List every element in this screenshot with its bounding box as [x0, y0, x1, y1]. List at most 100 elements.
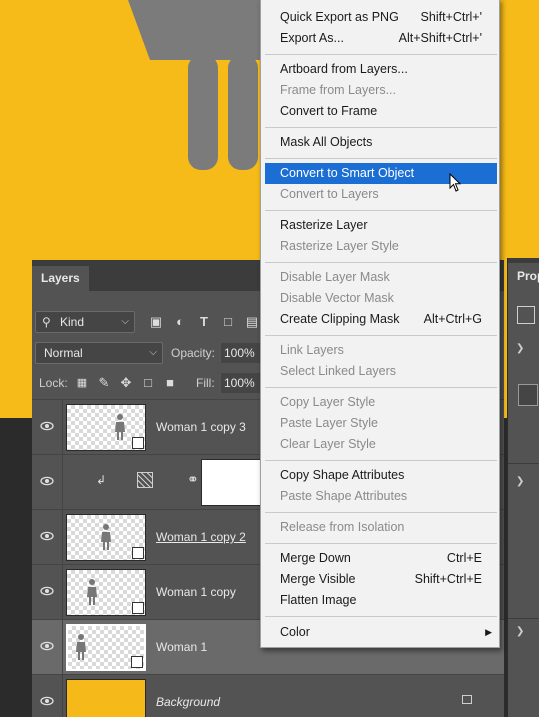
smart-object-badge-icon	[132, 602, 144, 614]
menu-item-label: Convert to Layers	[280, 187, 379, 201]
chevron-down-icon[interactable]: ❯	[516, 343, 524, 354]
eye-icon[interactable]	[40, 584, 54, 598]
lock-transparent-pixels-icon[interactable]: ▦	[75, 376, 89, 390]
menu-item-copy-layer-style: Copy Layer Style	[265, 392, 497, 413]
transform-icon[interactable]	[517, 306, 535, 324]
menu-item-paste-layer-style: Paste Layer Style	[265, 413, 497, 434]
menu-item-color[interactable]: Color ▶	[265, 622, 497, 643]
menu-item-disable-vector-mask: Disable Vector Mask	[265, 288, 497, 309]
filter-kind-dropdown[interactable]: ⚲ Kind ⌵	[35, 311, 135, 333]
layer-thumbnail	[66, 569, 146, 616]
chevron-down-icon: ⌵	[121, 316, 129, 327]
menu-item-label: Select Linked Layers	[280, 364, 397, 378]
menu-item-convert-to-smart-object[interactable]: Convert to Smart Object	[265, 163, 497, 192]
lock-position-icon[interactable]: ✥	[119, 376, 133, 390]
opacity-input[interactable]: 100%	[221, 343, 261, 363]
divider	[62, 565, 63, 620]
menu-item-label: Copy Shape Attributes	[280, 468, 405, 482]
menu-item-flatten-image[interactable]: Flatten Image	[265, 590, 497, 611]
layer-thumbnail	[66, 514, 146, 561]
blend-mode-dropdown[interactable]: Normal ⌵	[35, 342, 163, 364]
menu-item-export-as[interactable]: Export As... Alt+Shift+Ctrl+'	[265, 28, 497, 49]
menu-item-shortcut: Shift+Ctrl+E	[414, 572, 482, 586]
blend-mode-value: Normal	[44, 346, 83, 360]
link-icon[interactable]: ⚭	[187, 471, 199, 488]
menu-item-label: Color	[280, 625, 310, 639]
layer-thumbnail	[66, 679, 146, 717]
menu-item-mask-all-objects[interactable]: Mask All Objects	[265, 132, 497, 153]
shape-filter-icon[interactable]: □	[221, 315, 235, 329]
chevron-down-icon[interactable]: ❯	[516, 626, 524, 637]
layer-name: Woman 1 copy 2	[156, 530, 246, 544]
menu-item-select-linked-layers: Select Linked Layers	[265, 361, 497, 382]
clipping-arrow-icon: ↲	[96, 473, 107, 487]
menu-separator	[265, 54, 497, 55]
eye-icon[interactable]	[40, 419, 54, 433]
smart-object-badge-icon	[131, 656, 143, 668]
menu-item-copy-shape-attributes[interactable]: Copy Shape Attributes	[265, 465, 497, 486]
lock-label: Lock:	[39, 376, 68, 390]
menu-separator	[265, 460, 497, 461]
properties-divider	[508, 463, 539, 464]
image-filter-icon[interactable]: ▣	[149, 315, 163, 329]
menu-item-merge-down[interactable]: Merge Down Ctrl+E	[265, 548, 497, 569]
menu-item-clear-layer-style: Clear Layer Style	[265, 434, 497, 455]
menu-item-label: Paste Shape Attributes	[280, 489, 408, 503]
adjustment-filter-icon[interactable]: ◐	[173, 315, 187, 329]
menu-item-label: Disable Vector Mask	[280, 291, 394, 305]
chevron-down-icon[interactable]: ❯	[516, 476, 524, 487]
lock-all-icon[interactable]: ■	[163, 376, 177, 390]
submenu-arrow-icon: ▶	[485, 627, 492, 637]
menu-item-label: Link Layers	[280, 343, 344, 357]
layer-row[interactable]: Background	[32, 674, 504, 717]
menu-separator	[265, 127, 497, 128]
properties-panel: Prop ❯ ❯ ❯	[507, 258, 539, 717]
layer-name: Woman 1 copy 3	[156, 420, 246, 434]
chevron-down-icon: ⌵	[149, 347, 157, 358]
smart-object-filter-icon[interactable]: ▤	[245, 315, 259, 329]
layer-name: Woman 1 copy	[156, 585, 236, 599]
lock-icon	[462, 695, 472, 704]
menu-item-label: Artboard from Layers...	[280, 62, 408, 76]
properties-divider	[508, 618, 539, 619]
menu-item-label: Frame from Layers...	[280, 83, 396, 97]
eye-icon[interactable]	[40, 639, 54, 653]
menu-item-rasterize-layer-style: Rasterize Layer Style	[265, 236, 497, 257]
menu-separator	[265, 543, 497, 544]
type-filter-icon[interactable]: T	[197, 315, 211, 329]
menu-item-shortcut: Ctrl+E	[446, 551, 482, 565]
lock-image-pixels-icon[interactable]: ✎	[97, 376, 111, 390]
menu-item-label: Create Clipping Mask	[280, 312, 400, 326]
layer-mask-thumbnail[interactable]	[201, 459, 266, 506]
menu-item-label: Merge Visible	[280, 572, 356, 586]
tab-properties[interactable]: Prop	[508, 263, 539, 290]
menu-item-convert-to-frame[interactable]: Convert to Frame	[265, 101, 497, 122]
menu-item-rasterize-layer[interactable]: Rasterize Layer	[265, 215, 497, 236]
menu-item-label: Paste Layer Style	[280, 416, 378, 430]
menu-separator	[265, 387, 497, 388]
fill-input[interactable]: 100%	[221, 373, 261, 393]
menu-item-artboard-from-layers[interactable]: Artboard from Layers...	[265, 59, 497, 80]
eye-icon[interactable]	[40, 694, 54, 708]
search-icon: ⚲	[42, 315, 51, 329]
menu-separator	[265, 512, 497, 513]
menu-item-label: Rasterize Layer	[280, 218, 368, 232]
eye-icon[interactable]	[40, 529, 54, 543]
menu-item-quick-export-png[interactable]: Quick Export as PNG Shift+Ctrl+'	[265, 7, 497, 28]
menu-separator	[265, 616, 497, 617]
menu-item-shortcut: Alt+Ctrl+G	[423, 312, 482, 326]
link-icon[interactable]	[518, 384, 538, 406]
layer-thumbnail	[66, 404, 146, 451]
menu-item-label: Convert to Frame	[280, 104, 378, 118]
menu-item-create-clipping-mask[interactable]: Create Clipping Mask Alt+Ctrl+G	[265, 309, 497, 330]
layer-name: Background	[156, 695, 221, 709]
menu-item-label: Mask All Objects	[280, 135, 373, 149]
menu-item-merge-visible[interactable]: Merge Visible Shift+Ctrl+E	[265, 569, 497, 590]
divider	[62, 400, 63, 455]
menu-item-label: Flatten Image	[280, 593, 357, 607]
artboard-lock-icon[interactable]: □	[141, 376, 155, 390]
tab-layers[interactable]: Layers	[32, 266, 89, 291]
eye-icon[interactable]	[40, 474, 54, 488]
menu-item-label: Merge Down	[280, 551, 351, 565]
menu-item-label: Rasterize Layer Style	[280, 239, 399, 253]
